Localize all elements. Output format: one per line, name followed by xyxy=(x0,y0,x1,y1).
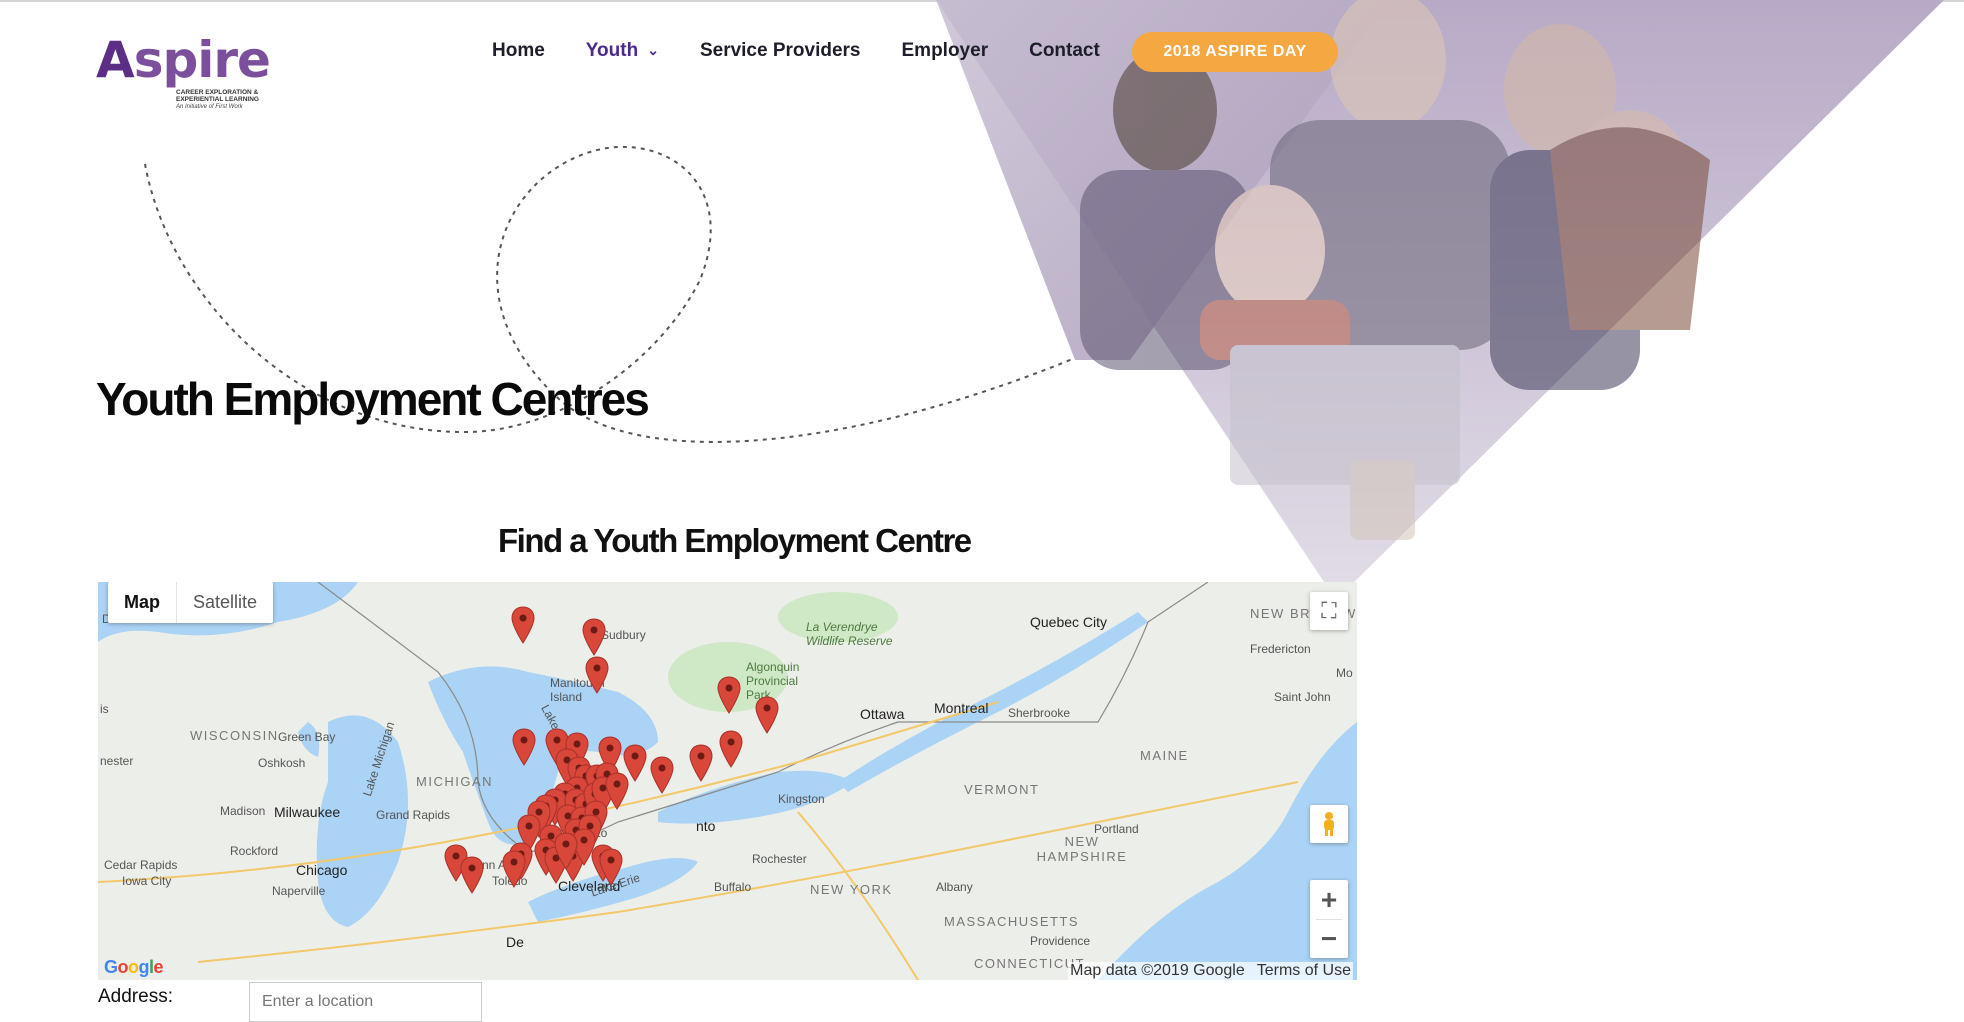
map-label-sudbury: Sudbury xyxy=(601,628,646,642)
map-label-buffalo: Buffalo xyxy=(714,880,752,894)
map-label-kingston: Kingston xyxy=(778,792,825,806)
page-title: Youth Employment Centres xyxy=(96,373,650,425)
logo-tagline: An Initiative of First Work xyxy=(176,104,243,110)
nav-item-home[interactable]: Home xyxy=(492,40,545,62)
map-data-credit: Map data ©2019 Google xyxy=(1070,962,1245,979)
zoom-control: + − xyxy=(1310,880,1348,958)
map-label-maine: MAINE xyxy=(1140,748,1189,763)
map-view-button[interactable]: Map xyxy=(108,582,176,623)
fullscreen-icon[interactable]: ⛶ xyxy=(1310,592,1348,630)
map-label-is: is xyxy=(100,702,109,716)
map-label-fredericton: Fredericton xyxy=(1250,642,1311,656)
map-label-cedar-rapids: Cedar Rapids xyxy=(104,858,178,872)
terms-of-use-link[interactable]: Terms of Use xyxy=(1257,962,1351,979)
logo-wordmark: Aspire xyxy=(96,31,271,89)
centres-map[interactable]: Duluth Sudbury WISCONSIN MICHIGAN Green … xyxy=(98,582,1357,980)
map-marker-pin[interactable] xyxy=(554,832,578,870)
nav-item-youth-label: Youth xyxy=(585,40,639,61)
map-marker-pin[interactable] xyxy=(585,656,609,694)
map-label-providence: Providence xyxy=(1030,934,1091,948)
map-marker-pin[interactable] xyxy=(512,728,536,766)
map-label-montreal: Montreal xyxy=(934,700,989,716)
chevron-down-icon: ⌄ xyxy=(647,42,659,59)
map-label-toronto: nto xyxy=(696,818,716,834)
satellite-view-button[interactable]: Satellite xyxy=(176,582,273,623)
zoom-in-icon[interactable]: + xyxy=(1310,881,1348,919)
map-label-new-york: NEW YORK xyxy=(810,882,893,897)
map-label-quebec-city: Quebec City xyxy=(1030,614,1108,630)
map-label-new-hampshire: NEW HAMPSHIRE xyxy=(1036,834,1128,864)
map-type-control: Map Satellite xyxy=(108,582,274,623)
map-marker-pin[interactable] xyxy=(511,606,535,644)
map-label-sherbrooke: Sherbrooke xyxy=(1008,706,1071,720)
nav-item-employer[interactable]: Employer xyxy=(902,40,989,62)
map-label-madison: Madison xyxy=(220,804,266,818)
google-logo: Google xyxy=(104,957,164,977)
section-title: Find a Youth Employment Centre xyxy=(498,522,972,559)
map-label-mo: Mo xyxy=(1336,666,1353,680)
map-label-oshkosh: Oshkosh xyxy=(258,756,306,770)
map-label-ottawa: Ottawa xyxy=(860,706,905,722)
nav-item-contact[interactable]: Contact xyxy=(1029,40,1100,62)
street-view-pegman-icon[interactable] xyxy=(1310,805,1348,843)
map-base-layer xyxy=(98,582,1357,980)
main-nav: Home Youth ⌄ Service Providers Employer C… xyxy=(492,36,1141,66)
map-label-saint-john: Saint John xyxy=(1274,690,1331,704)
map-label-iowa-city: Iowa City xyxy=(122,874,172,888)
aspire-day-button[interactable]: 2018 ASPIRE DAY xyxy=(1132,32,1338,72)
map-label-green-bay: Green Bay xyxy=(278,730,336,744)
map-marker-pin[interactable] xyxy=(755,696,779,734)
logo-subtitle: Career Exploration & Experiential Learni… xyxy=(176,89,259,103)
map-label-michigan: MICHIGAN xyxy=(416,774,493,789)
map-label-rochester: Rochester xyxy=(752,852,807,866)
map-marker-pin[interactable] xyxy=(650,756,674,794)
map-attribution: Map data ©2019 Google Terms of Use xyxy=(1068,962,1353,980)
map-marker-pin[interactable] xyxy=(582,618,606,656)
map-marker-pin[interactable] xyxy=(689,744,713,782)
nav-item-service-providers[interactable]: Service Providers xyxy=(700,40,861,62)
map-label-vermont: VERMONT xyxy=(964,782,1040,797)
map-label-milwaukee: Milwaukee xyxy=(274,804,341,820)
map-marker-pin[interactable] xyxy=(719,730,743,768)
map-label-la-verendrye: La Verendrye Wildlife Reserve xyxy=(806,620,893,648)
hero-photo xyxy=(936,0,1944,600)
map-label-chicago: Chicago xyxy=(296,862,348,878)
zoom-out-icon[interactable]: − xyxy=(1310,920,1348,958)
address-input[interactable] xyxy=(249,982,482,1022)
map-label-naperville: Naperville xyxy=(272,884,326,898)
nav-item-youth[interactable]: Youth ⌄ xyxy=(586,40,659,62)
map-marker-pin[interactable] xyxy=(502,850,526,888)
map-label-grand-rapids: Grand Rapids xyxy=(376,808,451,822)
aspire-logo[interactable]: Aspire Career Exploration & Experiential… xyxy=(96,30,286,120)
map-label-wisconsin: WISCONSIN xyxy=(190,728,279,743)
map-label-massachusetts: MASSACHUSETTS xyxy=(944,914,1080,929)
address-label: Address: xyxy=(98,986,173,1007)
map-label-detroit: De xyxy=(506,934,524,950)
map-label-nester: nester xyxy=(100,754,134,768)
map-marker-pin[interactable] xyxy=(605,772,629,810)
map-label-rockford: Rockford xyxy=(230,844,279,858)
map-label-albany: Albany xyxy=(936,880,973,894)
map-label-portland: Portland xyxy=(1094,822,1139,836)
map-marker-pin[interactable] xyxy=(599,848,623,886)
map-marker-pin[interactable] xyxy=(717,676,741,714)
map-marker-pin[interactable] xyxy=(460,856,484,894)
